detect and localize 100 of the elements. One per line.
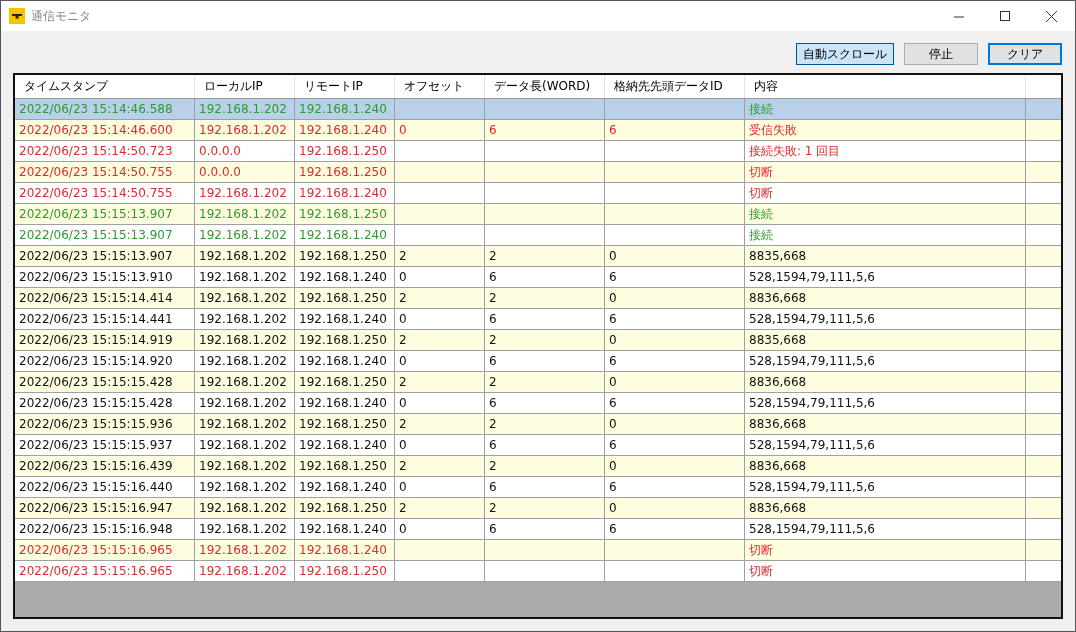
table-cell: 8836,668 — [745, 372, 1026, 392]
table-cell: 0 — [605, 456, 745, 476]
maximize-icon[interactable] — [1000, 10, 1010, 21]
table-cell: 192.168.1.202 — [195, 540, 295, 560]
table-cell: 2 — [485, 456, 605, 476]
table-cell: 2022/06/23 15:15:15.936 — [15, 414, 195, 434]
table-row[interactable]: 2022/06/23 15:14:50.723 0.0.0.0 192.168.1.250 接続失敗: 1 回目 — [15, 141, 1061, 162]
table-row[interactable]: 2022/06/23 15:14:50.755 192.168.1.202 192.168.1.240 切断 — [15, 183, 1061, 204]
table-row[interactable]: 2022/06/23 15:15:16.948 192.168.1.202 192.168.1.240 0 6 6 528,1594,79,111,5,6 — [15, 519, 1061, 540]
table-row[interactable]: 2022/06/23 15:15:15.937 192.168.1.202 192.168.1.240 0 6 6 528,1594,79,111,5,6 — [15, 435, 1061, 456]
column-header[interactable]: 格納先先頭データID — [605, 75, 745, 98]
table-cell: 2022/06/23 15:14:50.723 — [15, 141, 195, 161]
table-cell: 0 — [395, 477, 485, 497]
table-cell: 192.168.1.250 — [295, 204, 395, 224]
toolbar-button[interactable]: 停止 — [904, 42, 978, 65]
table-cell: 192.168.1.202 — [195, 498, 295, 518]
table-cell: 2022/06/23 15:15:16.948 — [15, 519, 195, 539]
column-header[interactable]: リモートIP — [295, 75, 395, 98]
table-cell: 528,1594,79,111,5,6 — [745, 393, 1026, 413]
table-cell: 192.168.1.202 — [195, 225, 295, 245]
table-cell: 192.168.1.202 — [195, 561, 295, 581]
table-cell: 2 — [485, 498, 605, 518]
table-cell: 192.168.1.240 — [295, 435, 395, 455]
table-cell: 6 — [605, 351, 745, 371]
table-cell: 6 — [485, 393, 605, 413]
table-cell: 192.168.1.240 — [295, 309, 395, 329]
table-cell: 2 — [395, 246, 485, 266]
table-cell: 2 — [395, 498, 485, 518]
table-row[interactable]: 2022/06/23 15:15:15.428 192.168.1.202 192.168.1.240 0 6 6 528,1594,79,111,5,6 — [15, 393, 1061, 414]
table-row[interactable]: 2022/06/23 15:15:15.936 192.168.1.202 192.168.1.250 2 2 0 8836,668 — [15, 414, 1061, 435]
table-cell: 8836,668 — [745, 498, 1026, 518]
table-cell: 192.168.1.250 — [295, 414, 395, 434]
table-cell: 2022/06/23 15:14:50.755 — [15, 162, 195, 182]
table-cell: 6 — [605, 435, 745, 455]
table-row[interactable]: 2022/06/23 15:14:46.600 192.168.1.202 192.168.1.240 0 6 6 受信失敗 — [15, 120, 1061, 141]
table-cell: 2 — [485, 414, 605, 434]
table-row[interactable]: 2022/06/23 15:15:14.414 192.168.1.202 192.168.1.250 2 2 0 8836,668 — [15, 288, 1061, 309]
app-icon — [9, 8, 25, 24]
table-cell: 8836,668 — [745, 414, 1026, 434]
table-row[interactable]: 2022/06/23 15:15:13.907 192.168.1.202 192.168.1.250 接続 — [15, 204, 1061, 225]
table-cell: 192.168.1.202 — [195, 120, 295, 140]
table-row[interactable]: 2022/06/23 15:14:50.755 0.0.0.0 192.168.1.250 切断 — [15, 162, 1061, 183]
close-icon[interactable] — [1046, 10, 1057, 22]
table-cell: 192.168.1.240 — [295, 393, 395, 413]
column-header[interactable]: タイムスタンプ — [15, 75, 195, 98]
toolbar-button[interactable]: 自動スクロール — [796, 42, 894, 65]
table-cell: 192.168.1.250 — [295, 561, 395, 581]
table-cell: 192.168.1.240 — [295, 225, 395, 245]
table-cell: 8835,668 — [745, 330, 1026, 350]
table-row[interactable]: 2022/06/23 15:15:16.947 192.168.1.202 192.168.1.250 2 2 0 8836,668 — [15, 498, 1061, 519]
table-cell: 受信失敗 — [745, 120, 1026, 140]
table-row[interactable]: 2022/06/23 15:15:13.907 192.168.1.202 192.168.1.250 2 2 0 8835,668 — [15, 246, 1061, 267]
table-cell: 0 — [395, 435, 485, 455]
table-cell: 0.0.0.0 — [195, 162, 295, 182]
table-cell: 2022/06/23 15:14:50.755 — [15, 183, 195, 203]
table-cell: 0 — [395, 519, 485, 539]
table-row[interactable]: 2022/06/23 15:15:16.439 192.168.1.202 192.168.1.250 2 2 0 8836,668 — [15, 456, 1061, 477]
table-row[interactable]: 2022/06/23 15:15:14.920 192.168.1.202 192.168.1.240 0 6 6 528,1594,79,111,5,6 — [15, 351, 1061, 372]
table-cell: 切断 — [745, 162, 1026, 182]
table-cell: 0 — [395, 267, 485, 287]
table-cell: 192.168.1.202 — [195, 246, 295, 266]
column-header[interactable]: オフセット — [395, 75, 485, 98]
table-cell: 2022/06/23 15:15:13.907 — [15, 204, 195, 224]
table-row[interactable]: 2022/06/23 15:15:15.428 192.168.1.202 192.168.1.250 2 2 0 8836,668 — [15, 372, 1061, 393]
table-cell: 6 — [605, 267, 745, 287]
toolbar-button[interactable]: クリア — [988, 42, 1062, 65]
table-cell: 192.168.1.240 — [295, 267, 395, 287]
table-cell: 2 — [485, 330, 605, 350]
table-cell: 接続失敗: 1 回目 — [745, 141, 1026, 161]
table-cell: 192.168.1.202 — [195, 183, 295, 203]
table-cell: 2022/06/23 15:14:46.588 — [15, 99, 195, 119]
table-row[interactable]: 2022/06/23 15:15:16.965 192.168.1.202 192.168.1.250 切断 — [15, 561, 1061, 582]
column-header[interactable]: ローカルIP — [195, 75, 295, 98]
table-cell: 6 — [605, 120, 745, 140]
table-row[interactable]: 2022/06/23 15:15:16.440 192.168.1.202 192.168.1.240 0 6 6 528,1594,79,111,5,6 — [15, 477, 1061, 498]
table-row[interactable]: 2022/06/23 15:15:14.441 192.168.1.202 192.168.1.240 0 6 6 528,1594,79,111,5,6 — [15, 309, 1061, 330]
table-cell: 2022/06/23 15:15:16.947 — [15, 498, 195, 518]
table-cell: 192.168.1.250 — [295, 372, 395, 392]
table-cell: 2022/06/23 15:15:14.414 — [15, 288, 195, 308]
table-cell: 192.168.1.202 — [195, 288, 295, 308]
column-header[interactable]: データ長(WORD) — [485, 75, 605, 98]
table-row[interactable]: 2022/06/23 15:15:13.907 192.168.1.202 192.168.1.240 接続 — [15, 225, 1061, 246]
table-row[interactable]: 2022/06/23 15:15:14.919 192.168.1.202 192.168.1.250 2 2 0 8835,668 — [15, 330, 1061, 351]
table-cell: 2022/06/23 15:15:13.910 — [15, 267, 195, 287]
table-row[interactable]: 2022/06/23 15:15:13.910 192.168.1.202 192.168.1.240 0 6 6 528,1594,79,111,5,6 — [15, 267, 1061, 288]
table-cell: 0 — [395, 393, 485, 413]
column-header[interactable]: 内容 — [745, 75, 1026, 98]
table-cell: 6 — [485, 351, 605, 371]
table-cell: 切断 — [745, 183, 1026, 203]
table-row[interactable]: 2022/06/23 15:15:16.965 192.168.1.202 192.168.1.240 切断 — [15, 540, 1061, 561]
table-cell: 0 — [395, 120, 485, 140]
table-cell: 2022/06/23 15:15:16.440 — [15, 477, 195, 497]
table-cell: 6 — [485, 477, 605, 497]
table-cell: 2 — [395, 372, 485, 392]
table-cell: 192.168.1.202 — [195, 477, 295, 497]
table-cell: 0 — [605, 414, 745, 434]
table-cell: 528,1594,79,111,5,6 — [745, 519, 1026, 539]
table-cell: 192.168.1.202 — [195, 267, 295, 287]
table-cell: 192.168.1.240 — [295, 183, 395, 203]
table-cell: 192.168.1.202 — [195, 393, 295, 413]
